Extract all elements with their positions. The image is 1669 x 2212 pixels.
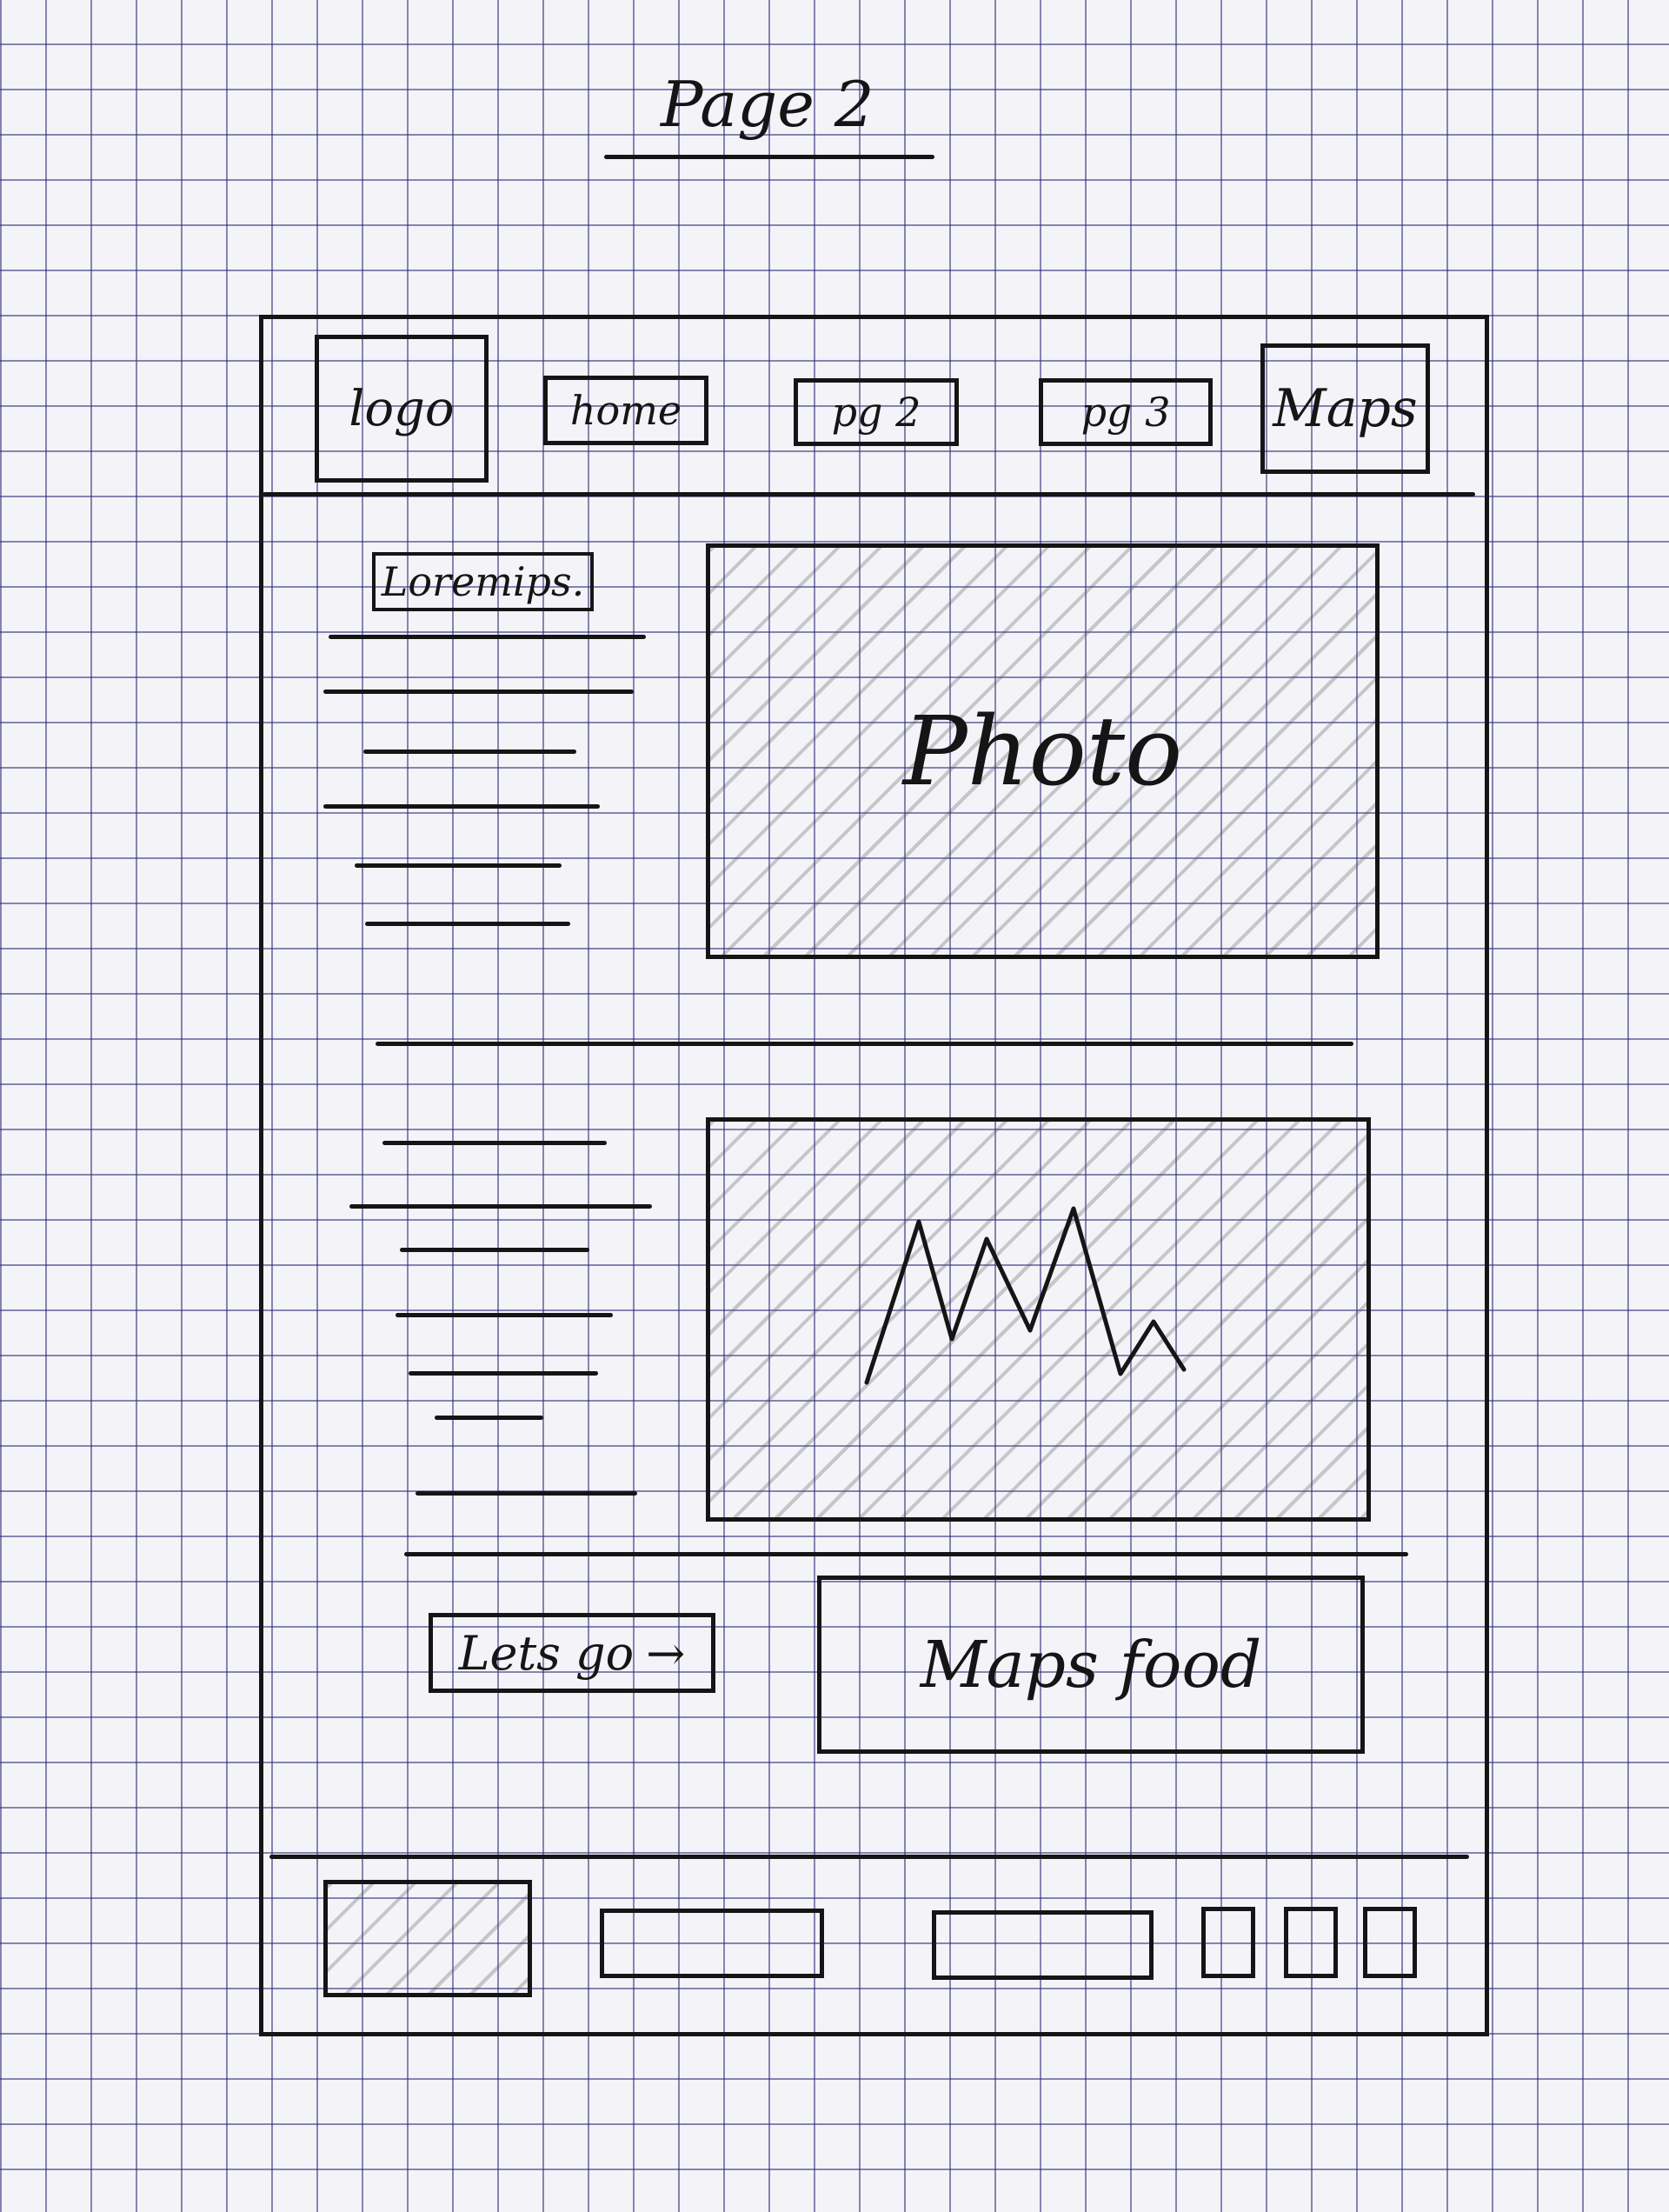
text-line bbox=[323, 804, 600, 809]
photo-label: Photo bbox=[902, 696, 1183, 807]
header-divider bbox=[263, 492, 1475, 496]
page-title-underline bbox=[604, 155, 934, 159]
social-icon[interactable] bbox=[1201, 1907, 1255, 1978]
section-divider bbox=[376, 1042, 1353, 1046]
social-icon[interactable] bbox=[1284, 1907, 1338, 1978]
image-placeholder bbox=[706, 1117, 1371, 1522]
text-line bbox=[329, 635, 646, 639]
nav-pg3[interactable]: pg 3 bbox=[1039, 378, 1213, 446]
nav-home[interactable]: home bbox=[543, 376, 708, 445]
maps-food-box[interactable]: Maps food bbox=[817, 1576, 1365, 1754]
text-line bbox=[323, 690, 634, 694]
footer-divider bbox=[269, 1855, 1469, 1859]
photo-placeholder: Photo bbox=[706, 543, 1380, 959]
maps-food-label: Maps food bbox=[920, 1627, 1262, 1702]
logo: logo bbox=[315, 335, 489, 483]
arrow-right-icon: → bbox=[646, 1625, 686, 1681]
text-line bbox=[416, 1491, 637, 1496]
text-line bbox=[396, 1313, 613, 1317]
text-line bbox=[400, 1248, 589, 1252]
text-line bbox=[409, 1371, 598, 1376]
footer-link[interactable] bbox=[600, 1909, 824, 1978]
text-line bbox=[355, 863, 562, 868]
nav-home-label: home bbox=[569, 387, 682, 434]
footer-logo bbox=[323, 1880, 532, 1997]
lets-go-label: Lets go bbox=[458, 1625, 635, 1681]
text-line bbox=[363, 750, 576, 754]
nav-maps-label: Maps bbox=[1273, 378, 1418, 439]
footer-link[interactable] bbox=[932, 1910, 1154, 1980]
text-line bbox=[349, 1204, 652, 1209]
section-heading: Loremips. bbox=[372, 552, 594, 611]
nav-pg2[interactable]: pg 2 bbox=[794, 378, 959, 446]
page-title: Page 2 bbox=[661, 68, 874, 141]
text-line bbox=[382, 1141, 607, 1145]
text-line bbox=[435, 1416, 543, 1420]
nav-maps[interactable]: Maps bbox=[1260, 343, 1430, 474]
nav-pg3-label: pg 3 bbox=[1081, 389, 1171, 436]
lets-go-button[interactable]: Lets go → bbox=[429, 1613, 715, 1693]
section-divider-2 bbox=[404, 1552, 1408, 1556]
social-icon[interactable] bbox=[1363, 1907, 1417, 1978]
nav-pg2-label: pg 2 bbox=[831, 389, 921, 436]
mountain-icon bbox=[864, 1206, 1187, 1385]
text-line bbox=[365, 922, 570, 926]
